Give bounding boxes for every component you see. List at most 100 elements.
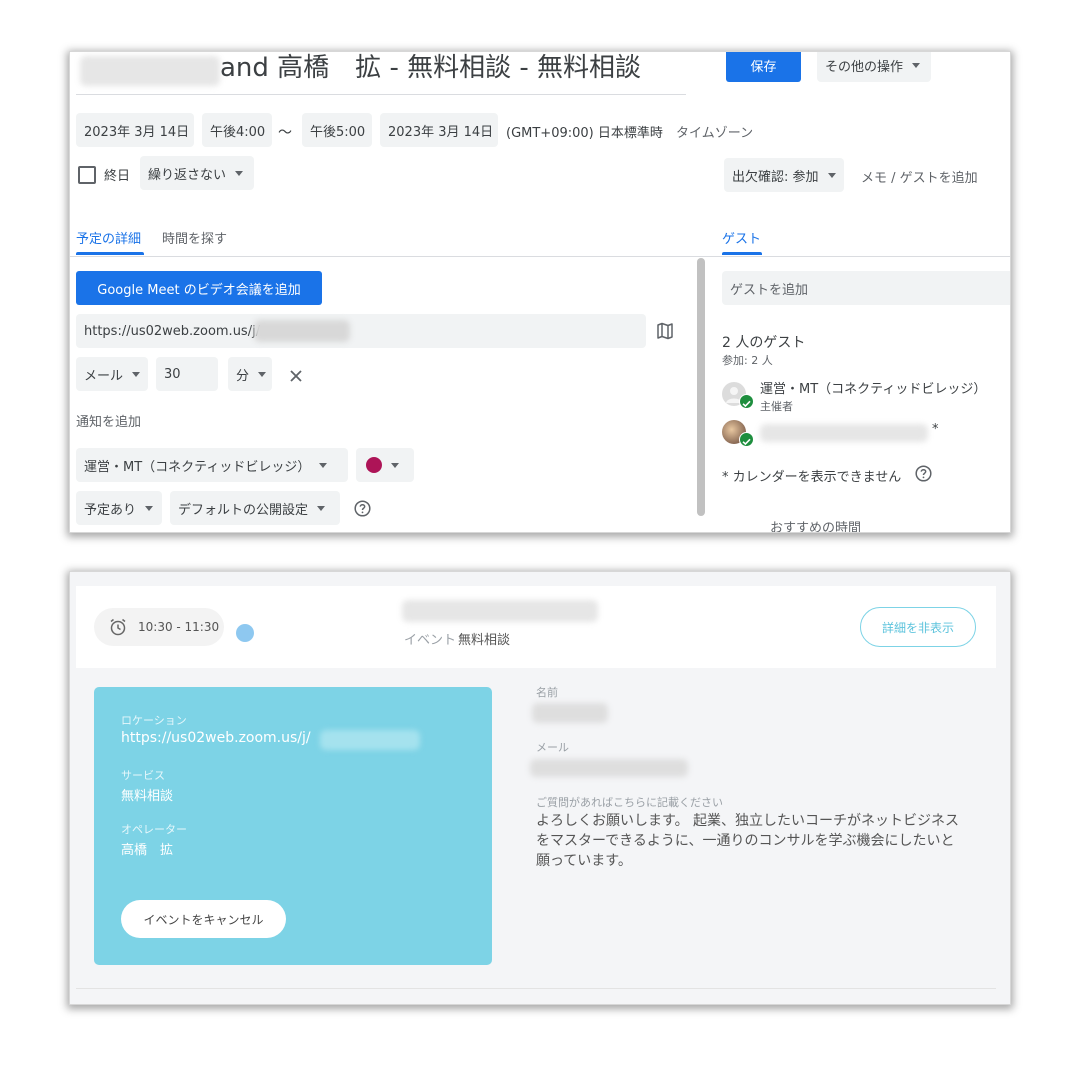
tab-active-indicator (76, 252, 144, 255)
start-date-value: 2023年 3月 14日 (84, 124, 190, 140)
end-date-field[interactable]: 2023年 3月 14日 (380, 113, 498, 147)
location-value: https://us02web.zoom.us/j/ (121, 730, 311, 746)
question-line-2: をマスターできるように、一通りのコンサルを学ぶ機会にしたいと (536, 833, 955, 849)
add-guest-placeholder: ゲストを追加 (730, 282, 809, 298)
guest2-name-redacted (760, 424, 928, 442)
email-label: メール (536, 741, 569, 754)
start-time-value: 午後4:00 (210, 124, 266, 140)
accepted-check-icon (739, 432, 754, 447)
location-value: https://us02web.zoom.us/j/ (84, 323, 261, 339)
notification-type-value: メール (84, 368, 124, 384)
save-button[interactable]: 保存 (726, 52, 801, 82)
help-icon[interactable] (915, 465, 932, 486)
notification-unit-select[interactable]: 分 (228, 357, 272, 391)
end-time-field[interactable]: 午後5:00 (302, 113, 372, 147)
notification-value-input[interactable]: 30 (156, 357, 218, 391)
location-redacted (320, 730, 420, 750)
timezone-value: (GMT+09:00) 日本標準時 (506, 126, 663, 141)
availability-value: 予定あり (84, 502, 137, 518)
guest-count: 2 人のゲスト (722, 335, 806, 351)
add-guest-input[interactable]: ゲストを追加 (722, 271, 1010, 305)
range-separator: 〜 (278, 125, 292, 141)
cancel-event-button[interactable]: イベントをキャンセル (121, 900, 286, 938)
service-value: 無料相談 (121, 789, 174, 804)
notification-value: 30 (164, 366, 181, 382)
operator-label: オペレーター (121, 823, 187, 836)
title-redacted (80, 56, 220, 86)
start-time-field[interactable]: 午後4:00 (202, 113, 272, 147)
tab-find-time[interactable]: 時間を探す (162, 228, 227, 247)
hide-details-button[interactable]: 詳細を非表示 (860, 607, 976, 647)
map-icon[interactable] (656, 322, 674, 344)
visibility-value: デフォルトの公開設定 (178, 502, 309, 518)
cancel-event-label: イベントをキャンセル (143, 912, 264, 927)
event-color-select[interactable] (356, 448, 414, 482)
event-editor-panel: and 高橋 拡 - 無料相談 - 無料相談 保存 その他の操作 2023年 3… (70, 52, 1010, 532)
guest-attending: 参加: 2 人 (722, 354, 773, 367)
more-actions-label: その他の操作 (825, 59, 904, 75)
name-redacted (532, 703, 608, 723)
availability-select[interactable]: 予定あり (76, 491, 162, 525)
color-dot-icon (366, 457, 382, 473)
email-redacted (530, 759, 688, 777)
title-underline (76, 94, 686, 95)
chevron-down-icon (132, 371, 141, 377)
chevron-down-icon (827, 172, 836, 178)
location-label: ロケーション (121, 714, 187, 727)
rsvp-select[interactable]: 出欠確認: 参加 (724, 158, 844, 192)
help-icon[interactable] (354, 500, 371, 521)
calendar-select[interactable]: 運営・MT（コネクティッドビレッジ） (76, 448, 348, 482)
tabs-divider (70, 256, 1010, 257)
chevron-down-icon (258, 371, 267, 377)
operator-value: 高橋 拡 (121, 843, 174, 858)
event-name: 無料相談 (458, 633, 511, 648)
chevron-down-icon (912, 62, 921, 68)
alarm-clock-icon (108, 617, 128, 641)
start-date-field[interactable]: 2023年 3月 14日 (76, 113, 194, 147)
repeat-value: 繰り返さない (148, 167, 227, 183)
calendar-unavailable-notice: * カレンダーを表示できません (722, 470, 902, 485)
guest2-marker: * (932, 422, 939, 437)
chevron-down-icon (319, 462, 328, 468)
details-scrollbar[interactable] (697, 258, 705, 516)
status-dot (236, 624, 254, 642)
save-button-label: 保存 (750, 59, 777, 75)
booking-detail-panel: 10:30 - 11:30 イベント 無料相談 詳細を非表示 ロケーション ht… (70, 572, 1010, 1004)
add-meet-label: Google Meet のビデオ会議を追加 (97, 282, 301, 298)
end-date-value: 2023年 3月 14日 (388, 124, 494, 140)
suggested-times-link[interactable]: おすすめの時間 (770, 517, 861, 532)
client-name-redacted (402, 600, 598, 622)
more-actions-button[interactable]: その他の操作 (817, 52, 931, 82)
allday-label: 終日 (104, 169, 131, 184)
name-label: 名前 (536, 686, 558, 699)
location-input[interactable]: https://us02web.zoom.us/j/ (76, 314, 646, 348)
repeat-select[interactable]: 繰り返さない (140, 156, 254, 190)
visibility-select[interactable]: デフォルトの公開設定 (170, 491, 340, 525)
add-meet-button[interactable]: Google Meet のビデオ会議を追加 (76, 271, 322, 305)
chevron-down-icon (391, 462, 399, 468)
guest1-name: 運営・MT（コネクティッドビレッジ） (760, 382, 987, 397)
close-icon[interactable] (289, 368, 303, 387)
notification-unit-value: 分 (236, 368, 250, 384)
add-notification-link[interactable]: 通知を追加 (76, 411, 141, 430)
timezone-link[interactable]: タイムゾーン (676, 122, 753, 141)
location-redacted (254, 320, 350, 342)
service-label: サービス (121, 769, 165, 782)
question-line-1: よろしくお願いします。 起業、独立したいコーチがネットビジネス (536, 813, 960, 829)
event-title-input[interactable]: and 高橋 拡 - 無料相談 - 無料相談 (220, 52, 641, 86)
question-label: ご質問があればこちらに記載ください (536, 796, 723, 809)
calendar-name: 運営・MT（コネクティッドビレッジ） (84, 459, 311, 475)
guests-tab-indicator (722, 252, 762, 255)
chevron-down-icon (317, 505, 326, 511)
panel-footer-line (76, 988, 996, 989)
time-range: 10:30 - 11:30 (138, 620, 220, 634)
chevron-down-icon (235, 170, 244, 176)
end-time-value: 午後5:00 (310, 124, 366, 140)
allday-checkbox[interactable] (78, 166, 96, 184)
tab-event-details[interactable]: 予定の詳細 (76, 228, 141, 247)
chevron-down-icon (145, 505, 154, 511)
tab-guests[interactable]: ゲスト (722, 228, 761, 247)
note-guest-link[interactable]: メモ / ゲストを追加 (861, 167, 978, 186)
notification-type-select[interactable]: メール (76, 357, 148, 391)
guest1-role: 主催者 (760, 400, 793, 413)
